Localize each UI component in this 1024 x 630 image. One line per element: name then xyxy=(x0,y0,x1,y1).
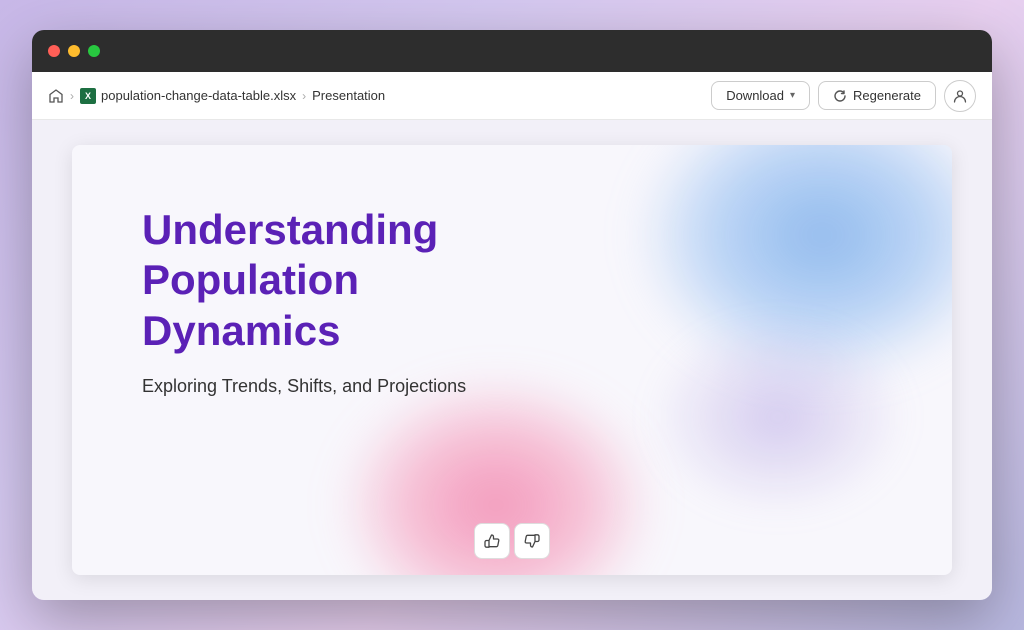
breadcrumb-separator-1: › xyxy=(70,89,74,103)
breadcrumb-current: Presentation xyxy=(312,88,385,103)
excel-icon: X xyxy=(80,88,96,104)
home-icon[interactable] xyxy=(48,88,64,104)
maximize-button[interactable] xyxy=(88,45,100,57)
breadcrumb-file: X population-change-data-table.xlsx xyxy=(80,88,296,104)
toolbar-actions: Download ▾ Regenerate xyxy=(711,80,976,112)
thumbs-down-button[interactable] xyxy=(514,523,550,559)
slide-title: Understanding Population Dynamics xyxy=(142,205,562,356)
download-button[interactable]: Download ▾ xyxy=(711,81,810,110)
traffic-lights xyxy=(48,45,100,57)
user-account-button[interactable] xyxy=(944,80,976,112)
feedback-bar xyxy=(474,523,550,559)
thumbs-down-icon xyxy=(523,532,541,550)
close-button[interactable] xyxy=(48,45,60,57)
user-icon xyxy=(952,88,968,104)
thumbs-up-icon xyxy=(483,532,501,550)
browser-window: › X population-change-data-table.xlsx › … xyxy=(32,30,992,600)
main-content: Understanding Population Dynamics Explor… xyxy=(32,120,992,600)
thumbs-up-button[interactable] xyxy=(474,523,510,559)
breadcrumb-separator-2: › xyxy=(302,89,306,103)
regenerate-label: Regenerate xyxy=(853,88,921,103)
minimize-button[interactable] xyxy=(68,45,80,57)
breadcrumb-filename[interactable]: population-change-data-table.xlsx xyxy=(101,88,296,103)
toolbar: › X population-change-data-table.xlsx › … xyxy=(32,72,992,120)
title-bar xyxy=(32,30,992,72)
slide-subtitle: Exploring Trends, Shifts, and Projection… xyxy=(142,376,882,397)
slide-container: Understanding Population Dynamics Explor… xyxy=(72,145,952,575)
regenerate-button[interactable]: Regenerate xyxy=(818,81,936,110)
breadcrumb: › X population-change-data-table.xlsx › … xyxy=(48,88,703,104)
chevron-down-icon: ▾ xyxy=(790,90,795,101)
download-label: Download xyxy=(726,88,784,103)
refresh-icon xyxy=(833,89,847,103)
slide-content: Understanding Population Dynamics Explor… xyxy=(72,145,952,457)
